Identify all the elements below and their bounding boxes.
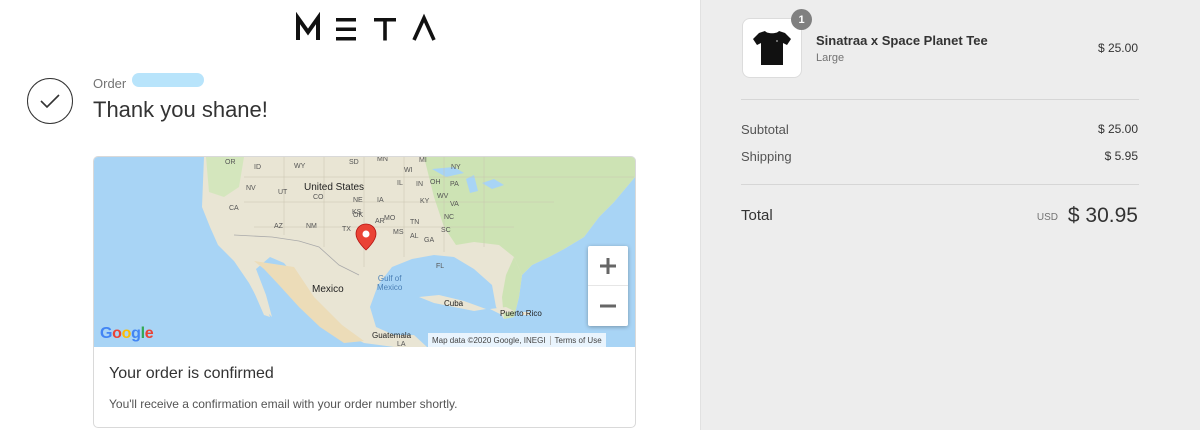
total-currency: USD <box>1036 212 1058 223</box>
map-terms-link[interactable]: Terms of Use <box>549 335 606 345</box>
map-label-mexico: Mexico <box>312 284 344 295</box>
minus-icon <box>600 304 616 308</box>
location-pin-icon[interactable] <box>354 223 378 251</box>
order-confirmed-title: Your order is confirmed <box>109 365 274 382</box>
product-price: $ 25.00 <box>1097 41 1138 55</box>
meta-logo-icon <box>296 12 436 41</box>
summary-divider-1 <box>741 99 1139 100</box>
map-attribution: Map data ©2020 Google, INEGI <box>432 335 546 345</box>
tshirt-icon <box>753 31 791 65</box>
subtotal-label: Subtotal <box>741 122 789 137</box>
map-label-us: United States <box>304 182 365 193</box>
map-label-cuba: Cuba <box>444 299 464 308</box>
map-label-la: LA <box>397 341 406 347</box>
quantity-badge: 1 <box>791 9 812 30</box>
brand-logo[interactable] <box>296 12 436 44</box>
shipping-map[interactable]: OR ID WY SD MN WI MI NV UT CO NE IA IL I… <box>94 157 635 347</box>
product-variant: Large <box>816 52 845 64</box>
total-value: $ 30.95 <box>1067 204 1138 227</box>
map-attribution-bar: Map data ©2020 Google, INEGI Terms of Us… <box>428 333 606 347</box>
order-summary-sidebar: 1 Sinatraa x Space Planet Tee Large $ 25… <box>700 0 1200 430</box>
map-terrain <box>202 157 635 347</box>
summary-divider-2 <box>741 184 1139 185</box>
map-label-gulf: Gulf of Mexico <box>377 274 403 292</box>
shipping-label: Shipping <box>741 149 792 164</box>
product-thumbnail <box>742 18 802 78</box>
plus-icon <box>600 257 616 274</box>
shipping-value: $ 5.95 <box>1104 149 1138 163</box>
map-zoom-control <box>588 246 628 326</box>
main-column: Order Thank you shane! OR ID WY SD MN WI… <box>0 0 700 430</box>
checkout-page: Order Thank you shane! OR ID WY SD MN WI… <box>0 0 1200 430</box>
map-label-guatemala: Guatemala <box>372 331 412 340</box>
order-label: Order <box>93 76 127 91</box>
map-label-puerto-rico: Puerto Rico <box>500 309 542 318</box>
zoom-out-button[interactable] <box>588 286 628 326</box>
zoom-in-button[interactable] <box>588 246 628 286</box>
order-status-card: OR ID WY SD MN WI MI NV UT CO NE IA IL I… <box>93 156 636 428</box>
order-number-redacted <box>132 73 204 87</box>
google-logo[interactable]: Google <box>100 325 154 343</box>
order-confirmed-text: You'll receive a confirmation email with… <box>109 397 458 411</box>
order-confirmed-check-icon <box>27 78 73 124</box>
total-label: Total <box>741 207 773 224</box>
subtotal-value: $ 25.00 <box>1097 122 1138 136</box>
thank-you-heading: Thank you shane! <box>93 97 268 122</box>
product-name: Sinatraa x Space Planet Tee <box>816 33 988 48</box>
